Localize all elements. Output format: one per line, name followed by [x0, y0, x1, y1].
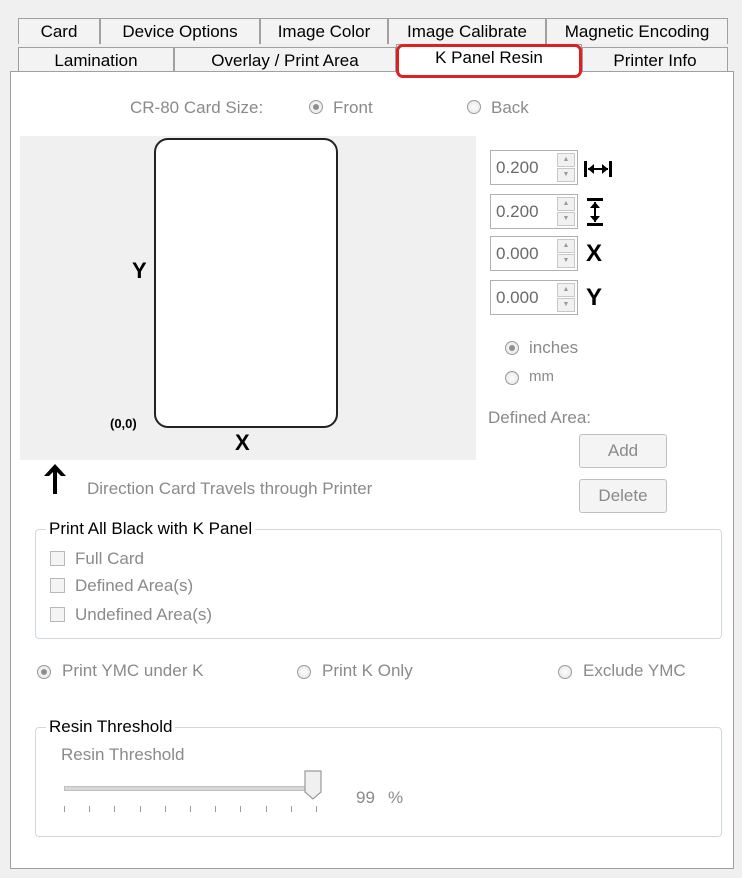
width-icon — [584, 160, 612, 183]
spin-down-button[interactable]: ▼ — [557, 212, 575, 226]
slider-tick — [240, 806, 241, 812]
mm-label: mm — [529, 368, 554, 385]
x-offset-icon: X — [586, 240, 603, 267]
spin-up-button[interactable]: ▲ — [557, 153, 575, 167]
slider-track — [64, 786, 318, 791]
back-radio[interactable] — [467, 100, 481, 114]
slider-tick — [316, 806, 317, 812]
slider-tick — [114, 806, 115, 812]
undefined-areas-label: Undefined Area(s) — [75, 605, 213, 624]
inches-label: inches — [529, 338, 579, 357]
print-k-only-label: Print K Only — [322, 661, 413, 680]
exclude-ymc-label: Exclude YMC — [583, 661, 686, 680]
resin-slider[interactable] — [64, 768, 328, 818]
slider-tick — [165, 806, 166, 812]
front-label: Front — [333, 98, 373, 117]
tab-overlay-print-area[interactable]: Overlay / Print Area — [174, 47, 396, 73]
full-card-checkbox[interactable] — [50, 551, 65, 566]
slider-tick — [64, 806, 65, 812]
height-icon — [586, 198, 604, 231]
y-offset-icon: Y — [586, 284, 603, 311]
x-axis-label: X — [235, 430, 250, 455]
resin-threshold-unit: % — [388, 788, 404, 807]
defined-areas-label: Defined Area(s) — [75, 576, 194, 595]
resin-threshold-value: 99 — [356, 788, 375, 807]
resin-threshold-legend: Resin Threshold — [46, 717, 176, 737]
full-card-label: Full Card — [75, 549, 144, 568]
active-tab-highlight — [396, 44, 582, 78]
up-arrow-icon — [42, 462, 68, 501]
slider-tick — [215, 806, 216, 812]
x-offset-spinner[interactable]: 0.000 ▲ ▼ — [490, 236, 578, 271]
inches-radio[interactable] — [505, 341, 519, 355]
slider-thumb[interactable] — [304, 770, 322, 800]
spin-up-button[interactable]: ▲ — [557, 283, 575, 297]
front-radio[interactable] — [309, 100, 323, 114]
slider-tick — [140, 806, 141, 812]
print-ymc-under-k-radio[interactable] — [37, 665, 51, 679]
height-spinner[interactable]: 0.200 ▲ ▼ — [490, 194, 578, 229]
tab-printer-info[interactable]: Printer Info — [582, 47, 728, 73]
card-outline — [154, 138, 338, 428]
card-preview-area: Y X (0,0) — [20, 136, 476, 460]
tab-image-calibrate[interactable]: Image Calibrate — [388, 18, 546, 44]
mm-radio[interactable] — [505, 371, 519, 385]
defined-area-label: Defined Area: — [488, 408, 592, 427]
direction-text: Direction Card Travels through Printer — [87, 479, 373, 498]
width-spinner[interactable]: 0.200 ▲ ▼ — [490, 150, 578, 185]
tab-magnetic-encoding[interactable]: Magnetic Encoding — [546, 18, 728, 44]
back-label: Back — [491, 98, 529, 117]
slider-tick — [266, 806, 267, 812]
undefined-areas-checkbox[interactable] — [50, 607, 65, 622]
tab-device-options[interactable]: Device Options — [100, 18, 260, 44]
spin-down-button[interactable]: ▼ — [557, 168, 575, 182]
y-axis-label: Y — [132, 258, 147, 283]
spin-up-button[interactable]: ▲ — [557, 239, 575, 253]
slider-ticks — [64, 806, 317, 814]
delete-button[interactable]: Delete — [579, 479, 667, 513]
exclude-ymc-radio[interactable] — [558, 665, 572, 679]
origin-label: (0,0) — [110, 416, 137, 431]
resin-threshold-label: Resin Threshold — [61, 745, 185, 764]
print-k-only-radio[interactable] — [297, 665, 311, 679]
add-button[interactable]: Add — [579, 434, 667, 468]
y-offset-spinner[interactable]: 0.000 ▲ ▼ — [490, 280, 578, 315]
tab-image-color[interactable]: Image Color — [260, 18, 388, 44]
slider-tick — [190, 806, 191, 812]
spin-down-button[interactable]: ▼ — [557, 254, 575, 268]
tab-card[interactable]: Card — [18, 18, 100, 44]
card-size-label: CR-80 Card Size: — [130, 98, 264, 117]
tab-lamination[interactable]: Lamination — [18, 47, 174, 73]
spin-down-button[interactable]: ▼ — [557, 298, 575, 312]
print-black-legend: Print All Black with K Panel — [46, 519, 256, 539]
slider-tick — [291, 806, 292, 812]
print-ymc-under-k-label: Print YMC under K — [62, 661, 204, 680]
defined-areas-checkbox[interactable] — [50, 578, 65, 593]
spin-up-button[interactable]: ▲ — [557, 197, 575, 211]
slider-tick — [89, 806, 90, 812]
